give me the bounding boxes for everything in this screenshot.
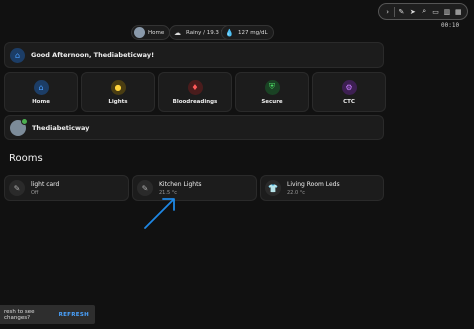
tile-ctc-label: CTC (343, 98, 355, 105)
chip-home[interactable]: Home (131, 25, 171, 40)
room-name: Living Room Leds (287, 180, 340, 188)
blood-icon: ♦ (187, 79, 203, 95)
tile-home[interactable]: ⌂ Home (4, 72, 78, 112)
bulb-icon: ● (110, 79, 126, 95)
chip-home-label: Home (148, 29, 165, 36)
toast-text: resh to see changes? (4, 308, 35, 321)
image-icon[interactable]: ▭ (431, 8, 441, 16)
tile-secure[interactable]: ⛨ Secure (235, 72, 309, 112)
user-name: Thediabeticway (32, 123, 90, 132)
tile-lights[interactable]: ● Lights (81, 72, 155, 112)
room-state: 22.0 °c (287, 189, 305, 196)
cursor-icon[interactable]: ➤ (408, 8, 418, 16)
tile-bloodreadings[interactable]: ♦ Bloodreadings (158, 72, 232, 112)
avatar-icon (134, 27, 145, 38)
home-icon: ⌂ (33, 79, 49, 95)
tshirt-icon: 👕 (265, 180, 281, 196)
grid-icon[interactable]: ▦ (453, 8, 463, 16)
update-toast: resh to see changes? REFRESH (0, 305, 95, 324)
columns-icon[interactable]: ▥ (442, 8, 452, 16)
room-living-room-leds[interactable]: 👕 Living Room Leds 22.0 °c (260, 175, 384, 201)
shield-icon: ⛨ (264, 79, 280, 95)
room-name: light card (31, 180, 60, 188)
user-card[interactable]: Thediabeticway (4, 115, 384, 140)
home-icon: ⌂ (10, 47, 25, 63)
toolbar-divider (394, 6, 396, 17)
pencil-icon: ✎ (9, 180, 25, 196)
welcome-card: ⌂ Good Afternoon, Thediabeticway! (4, 42, 384, 68)
annotation-toolbar: › ✎ ➤ ⌕ ▭ ▥ ▦ (378, 3, 468, 20)
recording-time: 00:10 (441, 22, 460, 29)
room-light-card[interactable]: ✎ light card Off (4, 175, 129, 201)
tile-lights-label: Lights (108, 98, 128, 105)
annotation-arrow-icon (144, 198, 175, 229)
chip-glucose[interactable]: 💧 127 mg/dL (221, 25, 274, 40)
welcome-text: Good Afternoon, Thediabeticway! (31, 51, 155, 59)
drop-icon: 💧 (225, 28, 234, 37)
online-badge-icon (21, 117, 28, 125)
bike-icon: ⚙ (341, 79, 357, 95)
tile-ctc[interactable]: ⚙ CTC (312, 72, 386, 112)
chevron-right-icon[interactable]: › (383, 8, 393, 16)
room-name: Kitchen Lights (159, 180, 202, 188)
cloud-icon: ☁ (174, 28, 181, 37)
rooms-heading: Rooms (9, 153, 43, 164)
room-state: Off (31, 189, 39, 196)
avatar (10, 117, 28, 136)
tile-bloodreadings-label: Bloodreadings (172, 98, 218, 105)
pen-icon[interactable]: ✎ (396, 8, 406, 16)
refresh-button[interactable]: REFRESH (59, 312, 89, 318)
search-icon[interactable]: ⌕ (419, 7, 429, 16)
chip-glucose-label: 127 mg/dL (238, 29, 268, 36)
tile-home-label: Home (32, 98, 50, 105)
tile-secure-label: Secure (261, 98, 283, 105)
